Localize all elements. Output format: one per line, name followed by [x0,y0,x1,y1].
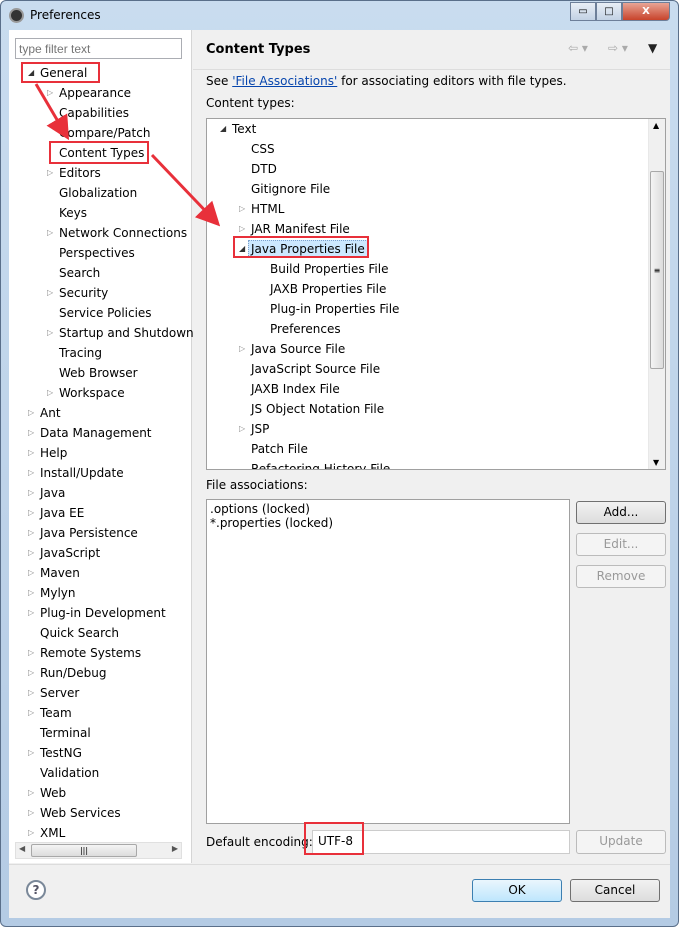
arrow-to-java-properties [150,153,221,227]
arrow-to-content-types [34,83,70,141]
annotation-arrows [34,83,221,227]
